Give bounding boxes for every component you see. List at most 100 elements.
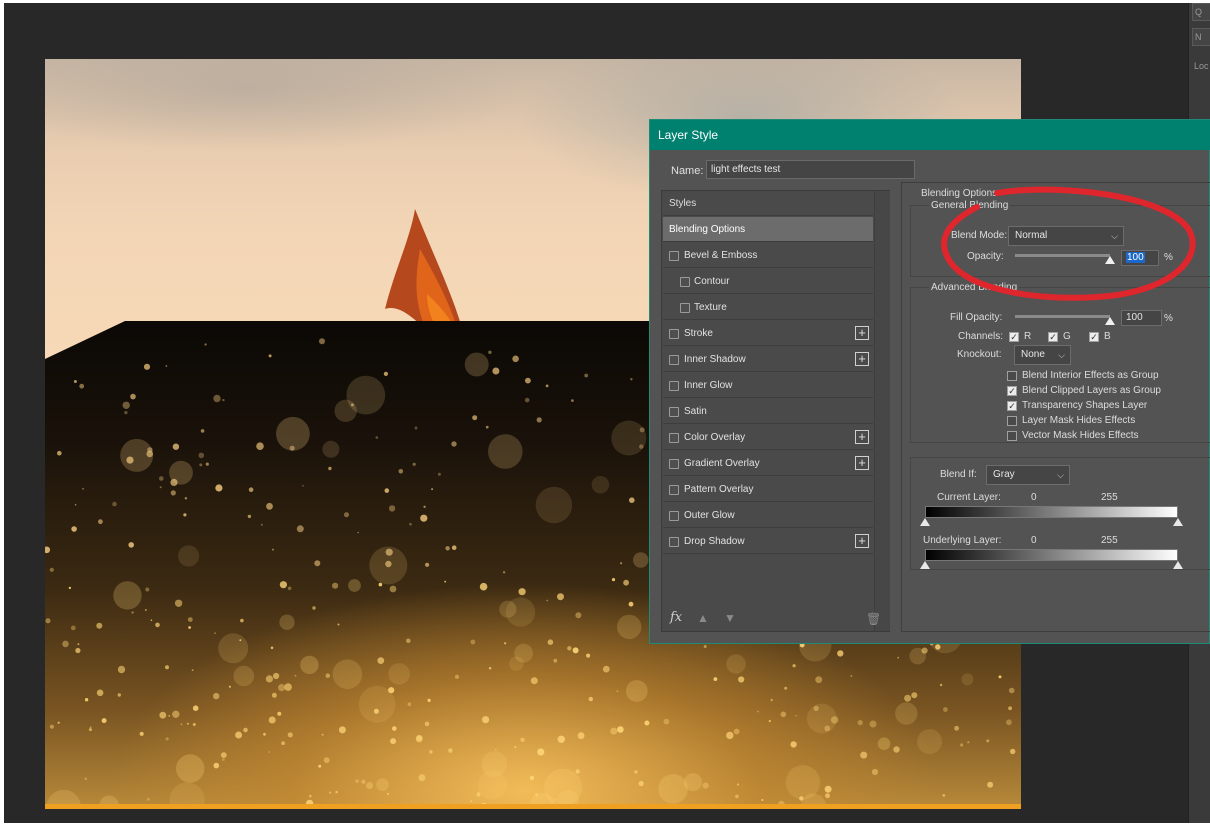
bokeh-particle xyxy=(921,647,928,654)
bokeh-particle xyxy=(464,352,489,377)
bokeh-particle xyxy=(319,338,325,345)
bokeh-particle xyxy=(726,654,746,674)
bokeh-particle xyxy=(792,664,796,668)
bokeh-particle xyxy=(357,531,360,534)
add-effect-icon[interactable]: + xyxy=(855,326,869,340)
style-checkbox[interactable] xyxy=(669,459,679,469)
bokeh-particle xyxy=(733,728,740,735)
bokeh-particle xyxy=(398,469,404,474)
underlying-low-thumb[interactable] xyxy=(920,561,930,569)
style-item-label: Color Overlay xyxy=(684,432,746,443)
bokeh-particle xyxy=(240,618,244,623)
style-item[interactable]: Inner Shadow + xyxy=(663,347,873,372)
add-effect-icon[interactable]: + xyxy=(855,534,869,548)
style-checkbox[interactable] xyxy=(669,381,679,391)
underlying-high-thumb[interactable] xyxy=(1173,561,1183,569)
bokeh-particle xyxy=(406,638,411,644)
bokeh-particle xyxy=(348,579,361,592)
option-checkbox[interactable] xyxy=(1007,416,1017,426)
bokeh-particle xyxy=(70,625,76,631)
style-item[interactable]: Satin xyxy=(663,399,873,424)
style-item[interactable]: Contour xyxy=(663,269,873,294)
blend-if-select[interactable]: Gray ⌵ xyxy=(986,465,1070,485)
bokeh-particle xyxy=(183,513,187,517)
name-input[interactable]: light effects test xyxy=(706,160,915,179)
style-checkbox[interactable] xyxy=(669,407,679,417)
style-item[interactable]: Styles xyxy=(663,191,873,216)
wing-image xyxy=(385,209,465,339)
bokeh-particle xyxy=(547,639,554,645)
style-checkbox[interactable] xyxy=(669,537,679,547)
panel-button[interactable]: N xyxy=(1192,28,1210,46)
bokeh-particle xyxy=(147,447,153,453)
style-checkbox[interactable] xyxy=(680,303,690,313)
current-low-thumb[interactable] xyxy=(920,518,930,526)
bokeh-particle xyxy=(101,718,107,724)
style-item[interactable]: Bevel & Emboss xyxy=(663,243,873,268)
bokeh-particle xyxy=(588,696,593,702)
bokeh-particle xyxy=(575,612,582,619)
option-checkbox[interactable]: ✓ xyxy=(1007,401,1017,411)
bokeh-particle xyxy=(377,657,385,664)
style-item[interactable]: Color Overlay + xyxy=(663,425,873,450)
channel-checkbox[interactable]: ✓ xyxy=(1048,332,1058,342)
style-checkbox[interactable] xyxy=(669,485,679,495)
style-item[interactable]: Pattern Overlay xyxy=(663,477,873,502)
bokeh-particle xyxy=(150,619,153,621)
style-item[interactable]: Gradient Overlay + xyxy=(663,451,873,476)
style-checkbox[interactable] xyxy=(669,433,679,443)
style-checkbox[interactable] xyxy=(669,355,679,365)
option-checkbox[interactable] xyxy=(1007,431,1017,441)
bokeh-particle xyxy=(84,777,88,781)
bokeh-particle xyxy=(472,415,478,421)
trash-icon[interactable]: 🗑 xyxy=(866,612,881,626)
current-high-thumb[interactable] xyxy=(1173,518,1183,526)
style-item[interactable]: Outer Glow xyxy=(663,503,873,528)
add-effect-icon[interactable]: + xyxy=(855,430,869,444)
current-layer-label: Current Layer: xyxy=(937,492,1001,503)
underlying-low-value: 0 xyxy=(1031,535,1037,546)
bokeh-particle xyxy=(611,420,647,456)
style-checkbox[interactable] xyxy=(680,277,690,287)
styles-scrollbar[interactable] xyxy=(874,191,890,631)
move-up-icon[interactable]: ▲ xyxy=(697,612,709,624)
move-down-icon[interactable]: ▼ xyxy=(724,612,736,624)
bokeh-particle xyxy=(530,677,538,685)
style-checkbox[interactable] xyxy=(669,511,679,521)
fx-icon[interactable]: fx xyxy=(670,610,682,625)
fill-opacity-input[interactable]: 100 xyxy=(1121,310,1162,326)
bokeh-particle xyxy=(702,782,709,789)
style-item[interactable]: Stroke + xyxy=(663,321,873,346)
style-item-label: Satin xyxy=(684,406,707,417)
bokeh-particle xyxy=(634,770,638,774)
fill-opacity-slider[interactable] xyxy=(1015,315,1110,318)
style-checkbox[interactable] xyxy=(669,329,679,339)
bokeh-particle xyxy=(96,622,103,629)
style-item[interactable]: Blending Options xyxy=(663,217,873,242)
bokeh-particle xyxy=(358,685,396,723)
panel-button[interactable]: Q xyxy=(1192,3,1210,21)
add-effect-icon[interactable]: + xyxy=(855,352,869,366)
bokeh-particle xyxy=(451,441,457,447)
bokeh-particle xyxy=(571,399,574,402)
chevron-down-icon: ⌵ xyxy=(1058,350,1065,360)
current-layer-gradient[interactable] xyxy=(925,506,1178,518)
dialog-title[interactable]: Layer Style xyxy=(650,120,1210,150)
channel-checkbox[interactable]: ✓ xyxy=(1009,332,1019,342)
bokeh-particle xyxy=(553,658,558,663)
fill-opacity-slider-thumb[interactable] xyxy=(1105,317,1115,325)
knockout-select[interactable]: None ⌵ xyxy=(1014,345,1071,365)
style-item[interactable]: Drop Shadow + xyxy=(663,529,873,554)
option-checkbox[interactable]: ✓ xyxy=(1007,386,1017,396)
bokeh-particle xyxy=(518,588,526,596)
option-checkbox[interactable] xyxy=(1007,371,1017,381)
underlying-layer-gradient[interactable] xyxy=(925,549,1178,561)
add-effect-icon[interactable]: + xyxy=(855,456,869,470)
style-checkbox[interactable] xyxy=(669,251,679,261)
channel-checkbox[interactable]: ✓ xyxy=(1089,332,1099,342)
option-label: Layer Mask Hides Effects xyxy=(1022,415,1136,426)
bokeh-particle xyxy=(535,486,573,524)
style-item[interactable]: Texture xyxy=(663,295,873,320)
style-item[interactable]: Inner Glow xyxy=(663,373,873,398)
bokeh-particle xyxy=(45,618,51,624)
